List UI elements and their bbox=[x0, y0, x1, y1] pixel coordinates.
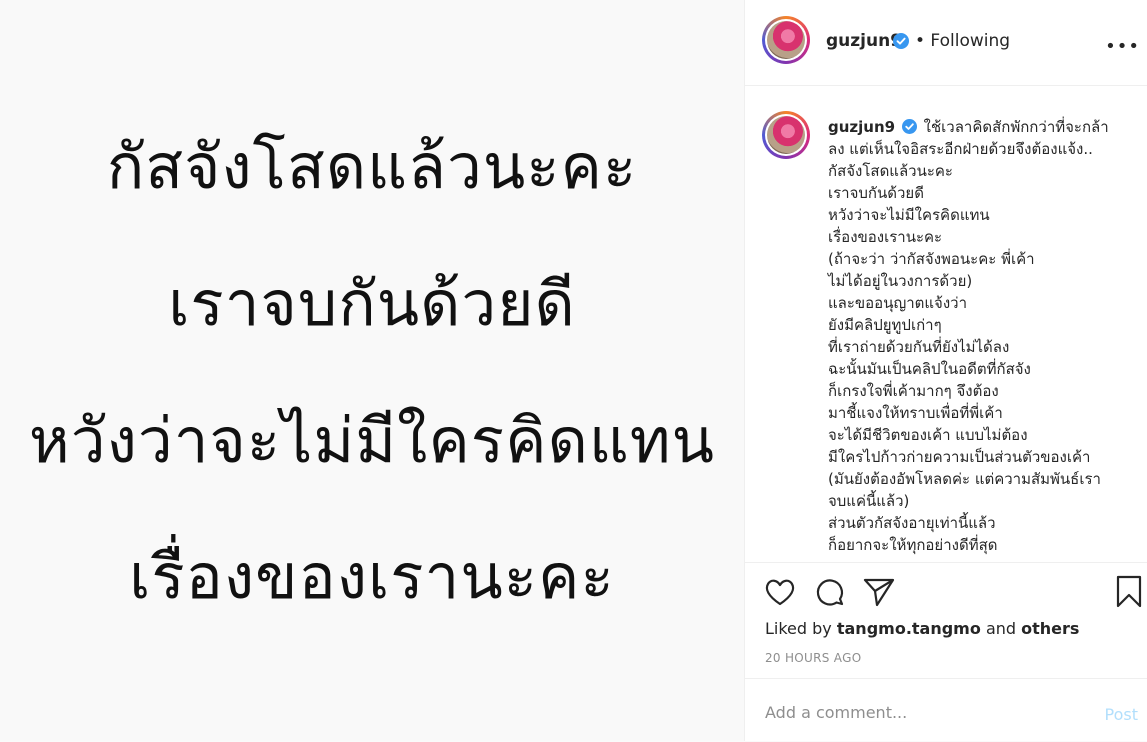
verified-badge-icon bbox=[893, 33, 909, 49]
caption-text: guzjun9 ใช้เวลาคิดสักพักกว่าที่จะกล้า ลง… bbox=[828, 116, 1128, 556]
caption-line: มาชี้แจงให้ทราบเพื่อที่พี่เค้า bbox=[828, 404, 1003, 422]
post-timestamp[interactable]: 20 HOURS AGO bbox=[765, 651, 861, 665]
caption-line: ส่วนตัวกัสจังอายุเท่านี้แล้ว bbox=[828, 514, 996, 532]
image-text-line: เราจบกันด้วยดี bbox=[168, 267, 576, 340]
liked-by-and: and bbox=[985, 619, 1017, 638]
image-text-line: เรื่องของเรานะคะ bbox=[129, 540, 615, 613]
image-text-line: หวังว่าจะไม่มีใครคิดแทน bbox=[28, 404, 716, 477]
caption-line: ก็เกรงใจพี่เค้ามากๆ จึงต้อง bbox=[828, 382, 999, 400]
bookmark-icon[interactable] bbox=[1115, 575, 1143, 609]
caption-area: guzjun9 ใช้เวลาคิดสักพักกว่าที่จะกล้า ลง… bbox=[745, 86, 1147, 562]
comment-input[interactable]: Add a comment... bbox=[765, 703, 907, 722]
post-header: guzjun9 • Following ••• bbox=[745, 0, 1147, 86]
caption-line: ลง แต่เห็นใจอิสระอีกฝ่ายด้วยจึงต้องแจ้ง.… bbox=[828, 140, 1093, 158]
caption-line: จะได้มีชีวิตของเค้า แบบไม่ต้อง bbox=[828, 426, 1028, 444]
caption-line: เราจบกันด้วยดี bbox=[828, 184, 924, 202]
like-heart-icon[interactable] bbox=[764, 577, 796, 607]
caption-username-link[interactable]: guzjun9 bbox=[828, 118, 895, 136]
caption-line: ยังมีคลิปยูทูปเก่าๆ bbox=[828, 316, 942, 334]
caption-line: ที่เราถ่ายด้วยกันที่ยังไม่ได้ลง bbox=[828, 338, 1010, 356]
liked-by-user-link[interactable]: tangmo.tangmo bbox=[837, 619, 981, 638]
caption-line: (มันยังต้องอัพโหลดค่ะ แต่ความสัมพันธ์เรา bbox=[828, 470, 1101, 488]
comment-box: Add a comment... Post bbox=[745, 678, 1147, 742]
post-comment-button[interactable]: Post bbox=[1105, 705, 1138, 724]
comment-icon[interactable] bbox=[814, 576, 846, 608]
post-image[interactable]: กัสจังโสดแล้วนะคะ เราจบกันด้วยดี หวังว่า… bbox=[0, 0, 744, 741]
image-text-line: กัสจังโสดแล้วนะคะ bbox=[106, 130, 638, 203]
caption-line: ฉะนั้นมันเป็นคลิปในอดีตที่กัสจัง bbox=[828, 360, 1031, 378]
likes-summary: Liked by tangmo.tangmo and others bbox=[765, 619, 1079, 638]
caption-line: ไม่ได้อยู่ในวงการด้วย) bbox=[828, 272, 973, 290]
verified-badge-icon bbox=[901, 119, 917, 134]
caption-line: หวังว่าจะไม่มีใครคิดแทน bbox=[828, 206, 990, 224]
caption-line: กัสจังโสดแล้วนะคะ bbox=[828, 162, 953, 180]
share-icon[interactable] bbox=[863, 577, 895, 607]
post-side-panel: guzjun9 • Following ••• guzjun9 ใช้เวลาค… bbox=[744, 0, 1147, 741]
caption-line: (ถ้าจะว่า ว่ากัสจังพอนะคะ พี่เค้า bbox=[828, 250, 1035, 268]
avatar[interactable] bbox=[762, 16, 810, 64]
caption-line: ก็อยากจะให้ทุกอย่างดีที่สุด bbox=[828, 536, 998, 554]
caption-line: และขออนุญาตแจ้งว่า bbox=[828, 294, 968, 312]
caption-line: จบแค่นี้แล้ว) bbox=[828, 492, 910, 510]
likes-others-link[interactable]: others bbox=[1021, 619, 1079, 638]
following-button[interactable]: • Following bbox=[915, 31, 1010, 51]
post-actions: Liked by tangmo.tangmo and others 20 HOU… bbox=[745, 562, 1147, 673]
caption-line: เรื่องของเรานะคะ bbox=[828, 228, 943, 246]
caption-line: มีใครไปก้าวก่ายความเป็นส่วนตัวของเค้า bbox=[828, 448, 1091, 466]
liked-by-prefix: Liked by bbox=[765, 619, 832, 638]
caption-line: ใช้เวลาคิดสักพักกว่าที่จะกล้า bbox=[923, 118, 1109, 136]
more-options-icon[interactable]: ••• bbox=[1105, 36, 1140, 57]
header-username-link[interactable]: guzjun9 bbox=[826, 31, 902, 51]
caption-avatar[interactable] bbox=[762, 111, 810, 159]
